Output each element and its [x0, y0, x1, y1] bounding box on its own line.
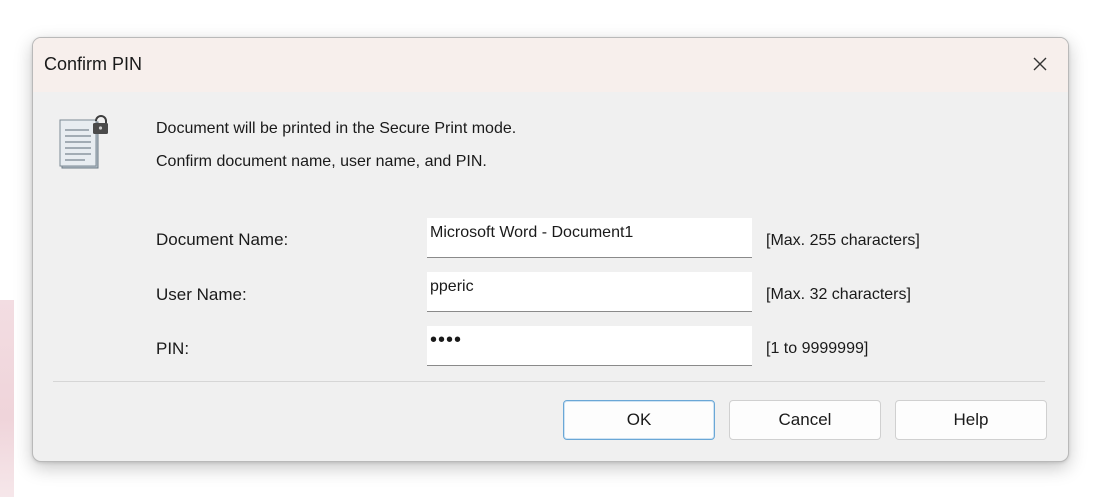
user-name-label: User Name:: [156, 285, 247, 304]
confirm-pin-dialog: Confirm PIN Document will be printed in …: [32, 37, 1069, 462]
ok-button[interactable]: OK: [563, 400, 715, 440]
message-line-1: Document will be printed in the Secure P…: [156, 120, 517, 137]
message-line-2: Confirm document name, user name, and PI…: [156, 153, 487, 170]
secure-document-icon: [59, 115, 108, 169]
screen: Confirm PIN Document will be printed in …: [0, 0, 1106, 497]
help-button[interactable]: Help: [895, 400, 1047, 440]
user-name-hint: [Max. 32 characters]: [766, 286, 911, 303]
document-name-label: Document Name:: [156, 230, 289, 249]
separator: [53, 381, 1045, 382]
dialog-title: Confirm PIN: [44, 54, 143, 74]
user-name-input[interactable]: pperic: [427, 272, 752, 312]
title-bar[interactable]: Confirm PIN: [33, 38, 1068, 92]
pin-input[interactable]: ••••: [427, 326, 752, 366]
close-button[interactable]: [1020, 47, 1060, 81]
document-name-input[interactable]: Microsoft Word - Document1: [427, 218, 752, 258]
background-strip: [0, 300, 14, 497]
document-name-hint: [Max. 255 characters]: [766, 232, 920, 249]
close-icon: [1033, 57, 1047, 71]
cancel-button[interactable]: Cancel: [729, 400, 881, 440]
pin-label: PIN:: [156, 339, 190, 358]
pin-hint: [1 to 9999999]: [766, 340, 869, 357]
